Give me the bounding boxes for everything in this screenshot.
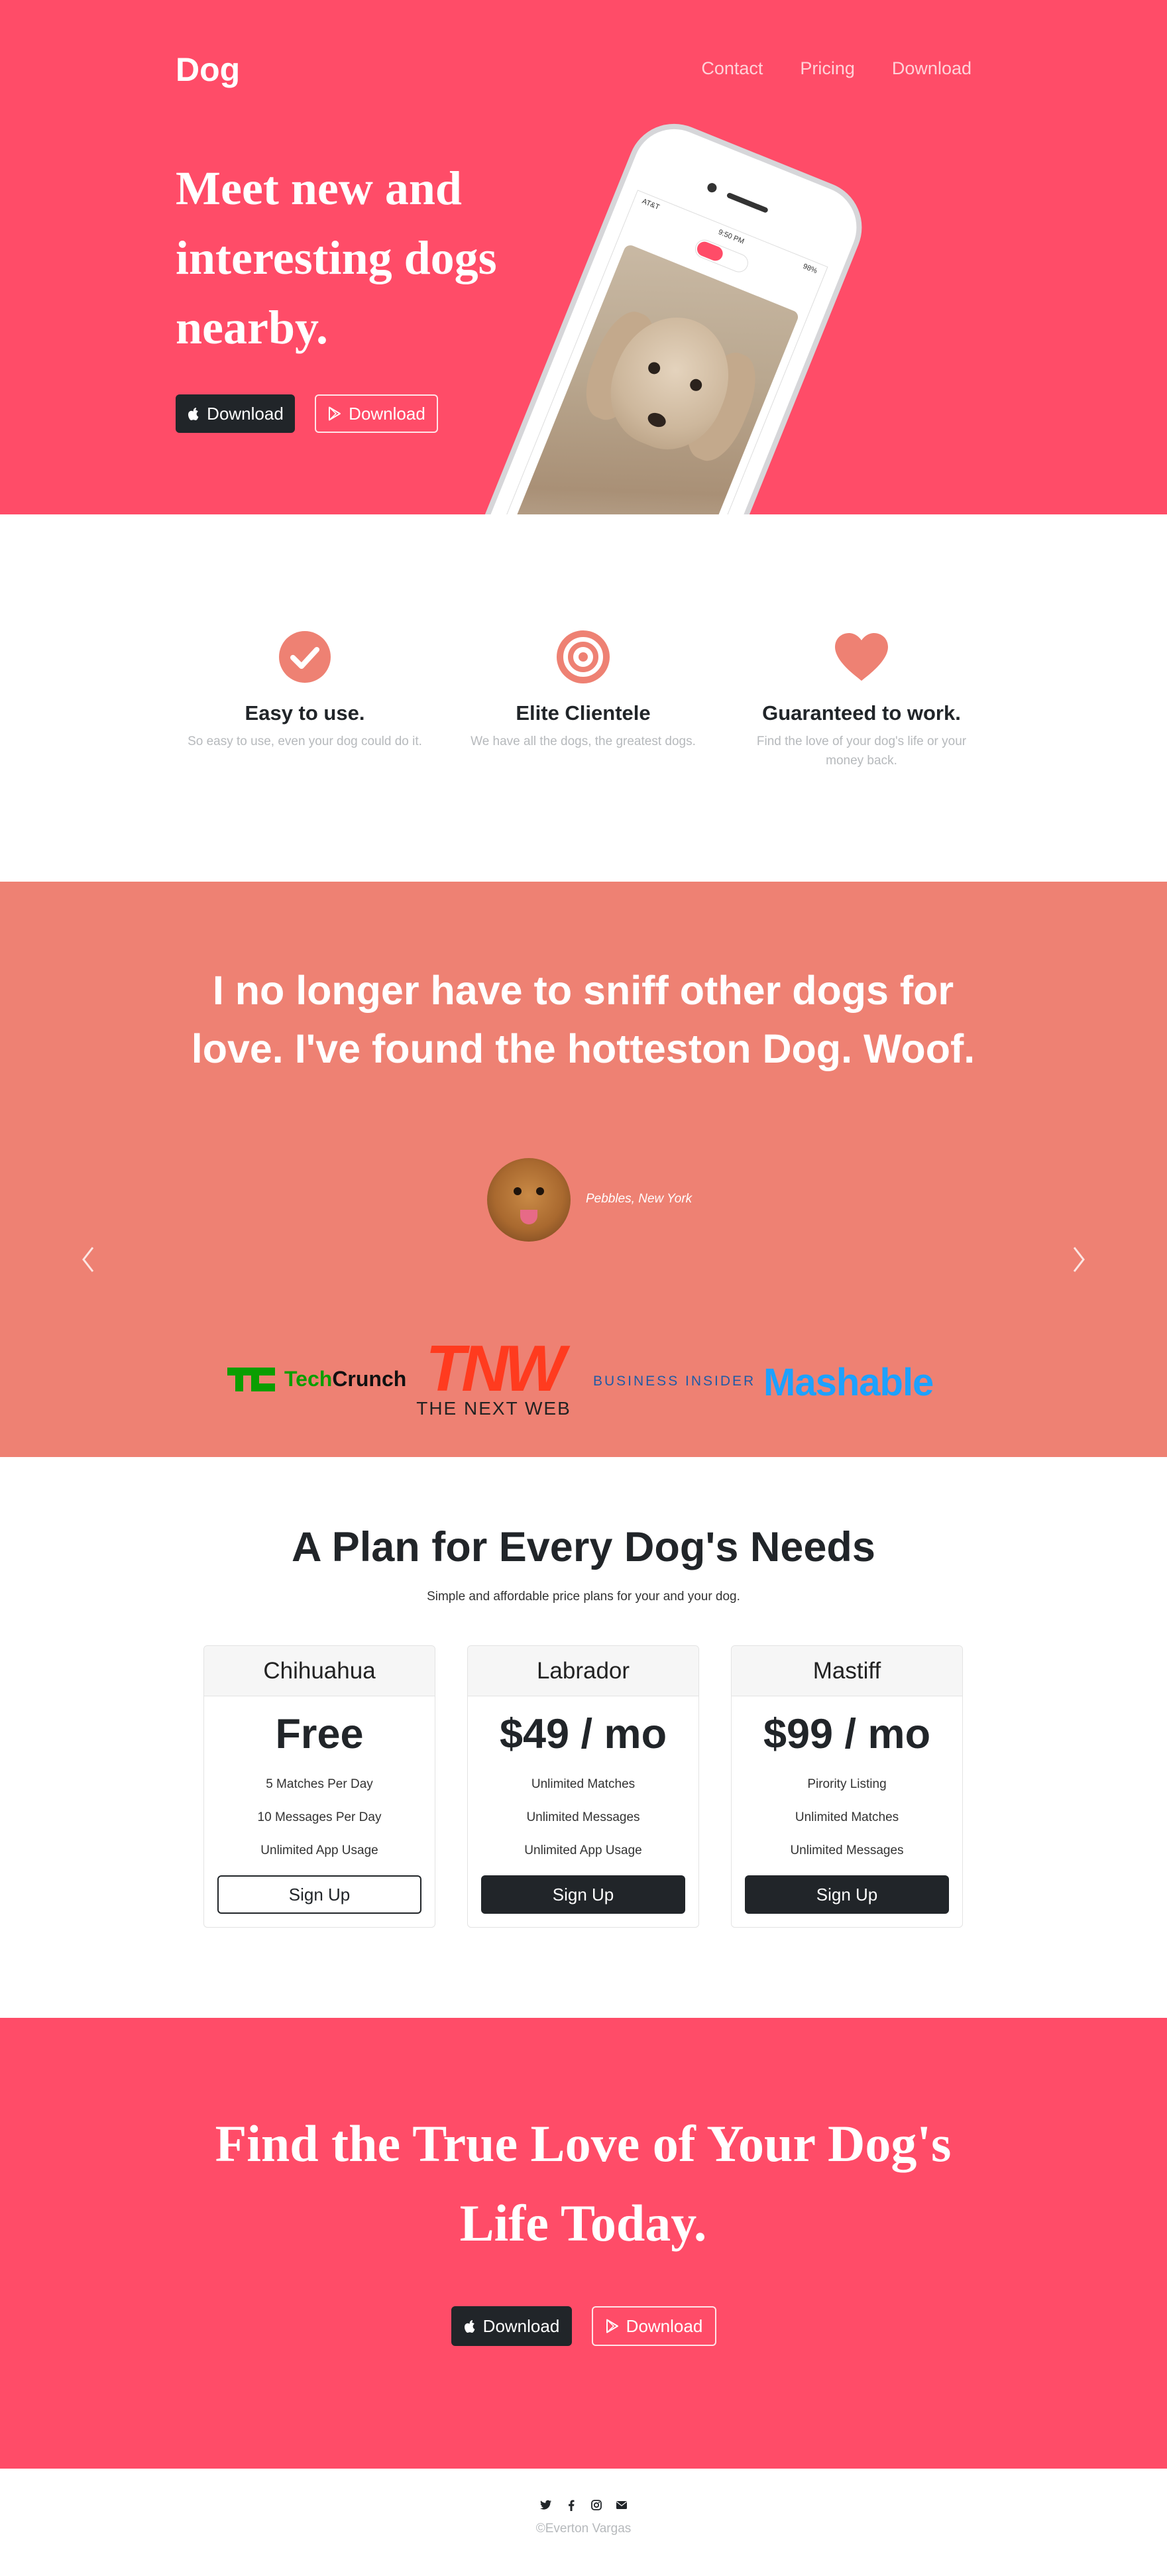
social-links bbox=[0, 2499, 1167, 2511]
apple-icon bbox=[463, 2319, 476, 2333]
plan-feature: Unlimited Messages bbox=[790, 1844, 904, 1857]
plan-feature: Unlimited Matches bbox=[531, 1777, 636, 1791]
plan-feature: Unlimited Messages bbox=[526, 1810, 640, 1824]
heart-icon bbox=[742, 627, 981, 687]
techcrunch-logo: TechCrunch bbox=[227, 1367, 406, 1391]
footer: ©Everton Vargas bbox=[0, 2469, 1167, 2576]
business-insider-logo: BUSINESS INSIDER bbox=[593, 1374, 756, 1389]
toggle-knob bbox=[695, 239, 725, 263]
nav-link-contact[interactable]: Contact bbox=[701, 58, 763, 79]
plan-card-mastiff: Mastiff $99 / mo Pirority Listing Unlimi… bbox=[731, 1645, 963, 1928]
download-ios-button[interactable]: Download bbox=[176, 394, 295, 433]
plan-price: $99 / mo bbox=[763, 1711, 931, 1757]
cta-download-ios-label: Download bbox=[482, 2315, 560, 2336]
mashable-logo: Mashable bbox=[763, 1361, 934, 1404]
download-android-label: Download bbox=[349, 403, 425, 424]
feature-guaranteed: Guaranteed to work. Find the love of you… bbox=[742, 627, 981, 770]
hero-buttons: Download Download bbox=[176, 394, 438, 433]
plan-features: Pirority Listing Unlimited Matches Unlim… bbox=[732, 1768, 962, 1867]
cta-section: Find the True Love of Your Dog's Life To… bbox=[0, 2018, 1167, 2469]
chevron-right-icon bbox=[1073, 1247, 1085, 1272]
testimonial-quote: I no longer have to sniff other dogs for… bbox=[191, 968, 975, 1071]
phone-time: 9:50 PM bbox=[717, 228, 746, 246]
nav-links: Contact Pricing Download bbox=[701, 58, 972, 79]
press-logos: TechCrunch TNW THE NEXT WEB BUSINESS INS… bbox=[0, 1332, 1167, 1425]
feature-text: So easy to use, even your dog could do i… bbox=[188, 734, 422, 748]
feature-easy: Easy to use. So easy to use, even your d… bbox=[186, 627, 424, 751]
plan-feature: Unlimited App Usage bbox=[260, 1844, 378, 1857]
plan-name: Labrador bbox=[468, 1646, 698, 1696]
check-circle-icon bbox=[186, 627, 424, 687]
feature-title: Elite Clientele bbox=[516, 701, 651, 725]
plan-feature: Unlimited Matches bbox=[795, 1810, 899, 1824]
nav-link-download[interactable]: Download bbox=[892, 58, 972, 79]
target-icon bbox=[464, 627, 702, 687]
pricing-subtitle: Simple and affordable price plans for yo… bbox=[427, 1590, 740, 1604]
facebook-icon[interactable] bbox=[565, 2499, 577, 2511]
features-section: Easy to use. So easy to use, even your d… bbox=[0, 514, 1167, 882]
testimonial-avatar bbox=[487, 1158, 571, 1242]
phone-speaker bbox=[726, 192, 769, 213]
download-android-button[interactable]: Download bbox=[315, 394, 438, 433]
envelope-icon[interactable] bbox=[616, 2499, 628, 2511]
carousel-prev-button[interactable] bbox=[74, 1240, 101, 1279]
plan-feature: 10 Messages Per Day bbox=[257, 1810, 382, 1824]
cta-title: Find the True Love of Your Dog's Life To… bbox=[215, 2115, 952, 2252]
phone-battery: 98% bbox=[801, 262, 818, 276]
pricing-title: A Plan for Every Dog's Needs bbox=[292, 1524, 875, 1570]
plan-name: Mastiff bbox=[732, 1646, 962, 1696]
google-play-icon bbox=[605, 2319, 620, 2333]
google-play-icon bbox=[327, 406, 342, 421]
plan-feature: Pirority Listing bbox=[807, 1777, 887, 1791]
phone-camera bbox=[706, 182, 718, 194]
hero-section: Dog Contact Pricing Download Meet new an… bbox=[0, 0, 1167, 514]
avatar-eye bbox=[514, 1187, 522, 1195]
cta-download-android-label: Download bbox=[626, 2315, 703, 2336]
twitter-icon[interactable] bbox=[539, 2499, 552, 2511]
feature-elite: Elite Clientele We have all the dogs, th… bbox=[464, 627, 702, 751]
apple-icon bbox=[187, 406, 200, 421]
hero-title: Meet new and interesting dogs nearby. bbox=[176, 162, 497, 354]
plan-features: 5 Matches Per Day 10 Messages Per Day Un… bbox=[204, 1768, 435, 1867]
chevron-left-icon bbox=[82, 1247, 94, 1272]
avatar-tongue bbox=[520, 1210, 537, 1224]
tnw-wordmark: TNW bbox=[425, 1332, 565, 1405]
plan-features: Unlimited Matches Unlimited Messages Unl… bbox=[468, 1768, 698, 1867]
cta-download-ios-button[interactable]: Download bbox=[451, 2306, 572, 2346]
signup-button-labrador[interactable]: Sign Up bbox=[481, 1875, 685, 1914]
brand-logo[interactable]: Dog bbox=[176, 50, 240, 89]
cta-buttons: Download Download bbox=[0, 2306, 1167, 2346]
signup-button-mastiff[interactable]: Sign Up bbox=[745, 1875, 949, 1914]
pricing-section: A Plan for Every Dog's Needs Simple and … bbox=[0, 1457, 1167, 2018]
tnw-logo: TNW THE NEXT WEB bbox=[408, 1332, 580, 1419]
plan-name: Chihuahua bbox=[204, 1646, 435, 1696]
testimonial-author: Pebbles, New York bbox=[586, 1192, 693, 1206]
feature-title: Guaranteed to work. bbox=[762, 701, 961, 725]
navbar: Dog Contact Pricing Download bbox=[0, 0, 1167, 141]
testimonial-section: I no longer have to sniff other dogs for… bbox=[0, 882, 1167, 1457]
signup-button-chihuahua[interactable]: Sign Up bbox=[217, 1875, 421, 1914]
nav-link-pricing[interactable]: Pricing bbox=[800, 58, 855, 79]
instagram-icon[interactable] bbox=[590, 2499, 602, 2511]
avatar-eye bbox=[536, 1187, 544, 1195]
plan-price: Free bbox=[275, 1711, 364, 1757]
feature-text: Find the love of your dog's life or your… bbox=[756, 734, 967, 768]
carousel-next-button[interactable] bbox=[1066, 1240, 1093, 1279]
copyright: ©Everton Vargas bbox=[535, 2522, 632, 2536]
phone-carrier: AT&T bbox=[641, 197, 661, 212]
feature-text: We have all the dogs, the greatest dogs. bbox=[471, 734, 696, 748]
cta-download-android-button[interactable]: Download bbox=[591, 2306, 716, 2346]
techcrunch-wordmark: TechCrunch bbox=[284, 1367, 407, 1391]
feature-title: Easy to use. bbox=[245, 701, 365, 725]
plan-card-chihuahua: Chihuahua Free 5 Matches Per Day 10 Mess… bbox=[203, 1645, 435, 1928]
download-ios-label: Download bbox=[207, 403, 284, 424]
plan-price: $49 / mo bbox=[499, 1711, 667, 1757]
plan-feature: Unlimited App Usage bbox=[524, 1844, 642, 1857]
techcrunch-mark-icon bbox=[227, 1367, 275, 1391]
plan-feature: 5 Matches Per Day bbox=[266, 1777, 373, 1791]
plan-card-labrador: Labrador $49 / mo Unlimited Matches Unli… bbox=[467, 1645, 699, 1928]
tnw-subtitle: THE NEXT WEB bbox=[416, 1398, 571, 1419]
